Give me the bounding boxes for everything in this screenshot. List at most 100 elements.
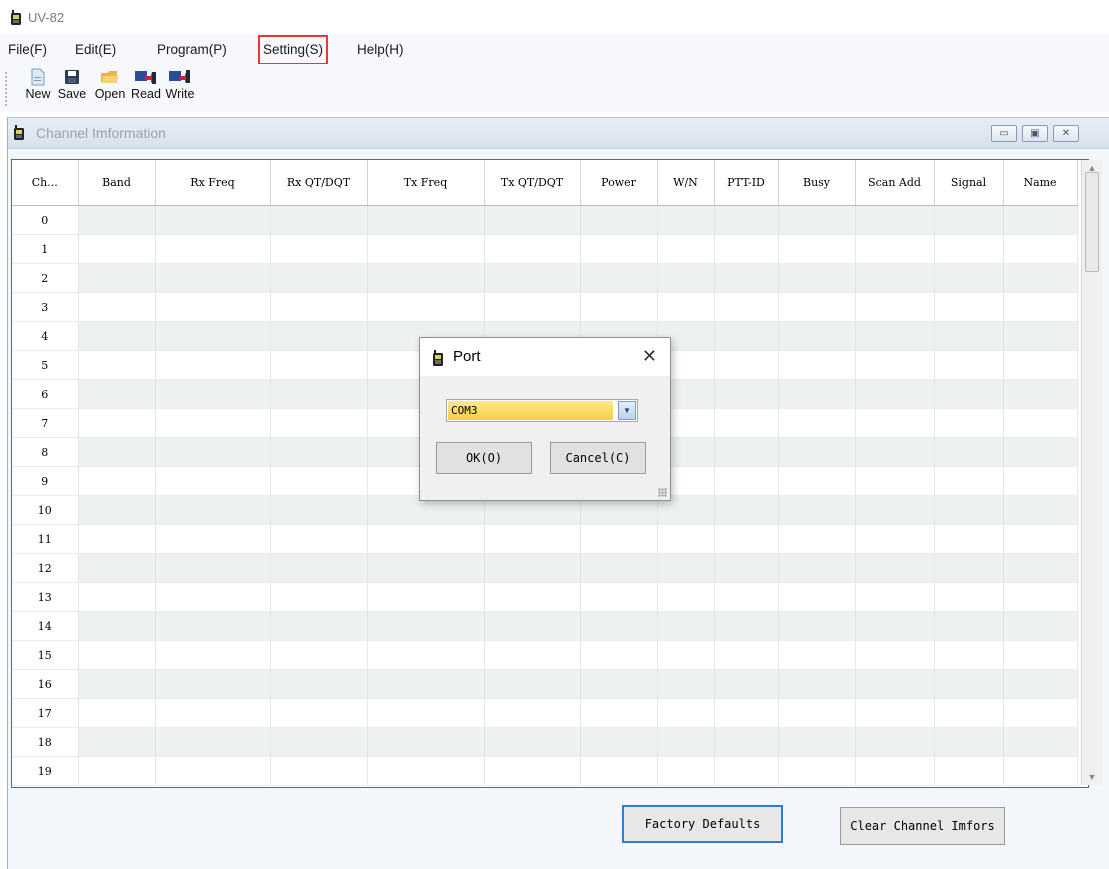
channel-number-cell[interactable]: 1: [12, 234, 79, 264]
grid-cell[interactable]: [580, 640, 658, 670]
channel-number-cell[interactable]: 0: [12, 205, 79, 235]
grid-cell[interactable]: [270, 553, 368, 583]
grid-cell[interactable]: [934, 205, 1004, 235]
channel-number-cell[interactable]: 12: [12, 553, 79, 583]
table-row[interactable]: 16: [12, 669, 1078, 699]
grid-cell[interactable]: [855, 640, 935, 670]
grid-cell[interactable]: [934, 698, 1004, 728]
grid-cell[interactable]: [778, 727, 856, 757]
grid-cell[interactable]: [778, 582, 856, 612]
grid-cell[interactable]: [270, 234, 368, 264]
grid-cell[interactable]: [778, 698, 856, 728]
close-icon[interactable]: ✕: [642, 346, 657, 367]
port-dialog-titlebar[interactable]: Port ✕: [420, 338, 670, 376]
grid-cell[interactable]: [270, 582, 368, 612]
channel-number-cell[interactable]: 6: [12, 379, 79, 409]
menu-edit[interactable]: Edit(E): [75, 40, 116, 60]
grid-cell[interactable]: [657, 582, 715, 612]
save-button[interactable]: Save: [52, 68, 92, 110]
grid-cell[interactable]: [855, 669, 935, 699]
grid-cell[interactable]: [270, 466, 368, 496]
grid-cell[interactable]: [714, 466, 779, 496]
grid-cell[interactable]: [934, 408, 1004, 438]
factory-defaults-button[interactable]: Factory Defaults: [622, 805, 783, 843]
grid-cell[interactable]: [78, 408, 156, 438]
channel-number-cell[interactable]: 4: [12, 321, 79, 351]
column-header[interactable]: Rx QT/DQT: [270, 160, 368, 206]
grid-cell[interactable]: [934, 263, 1004, 293]
grid-cell[interactable]: [78, 292, 156, 322]
column-header[interactable]: W/N: [657, 160, 715, 206]
grid-cell[interactable]: [78, 350, 156, 380]
column-header[interactable]: PTT-ID: [714, 160, 779, 206]
grid-cell[interactable]: [657, 669, 715, 699]
grid-cell[interactable]: [367, 234, 485, 264]
grid-cell[interactable]: [155, 234, 271, 264]
grid-cell[interactable]: [155, 437, 271, 467]
grid-cell[interactable]: [657, 611, 715, 641]
grid-cell[interactable]: [78, 756, 156, 786]
channel-number-cell[interactable]: 14: [12, 611, 79, 641]
grid-cell[interactable]: [580, 524, 658, 554]
write-button[interactable]: Write: [160, 68, 200, 110]
grid-cell[interactable]: [367, 524, 485, 554]
channel-number-cell[interactable]: 16: [12, 669, 79, 699]
menu-file[interactable]: File(F): [8, 40, 47, 60]
grid-cell[interactable]: [855, 611, 935, 641]
grid-cell[interactable]: [934, 553, 1004, 583]
grid-cell[interactable]: [270, 669, 368, 699]
grid-cell[interactable]: [580, 611, 658, 641]
port-select[interactable]: COM3 ▼: [446, 399, 638, 422]
grid-cell[interactable]: [580, 263, 658, 293]
cancel-button[interactable]: Cancel(C): [550, 442, 646, 474]
grid-cell[interactable]: [778, 756, 856, 786]
grid-cell[interactable]: [657, 205, 715, 235]
clear-channel-button[interactable]: Clear Channel Imfors: [840, 807, 1005, 845]
grid-cell[interactable]: [1003, 524, 1078, 554]
grid-cell[interactable]: [78, 669, 156, 699]
grid-cell[interactable]: [657, 727, 715, 757]
menu-help[interactable]: Help(H): [357, 40, 404, 60]
grid-cell[interactable]: [270, 640, 368, 670]
table-row[interactable]: 18: [12, 727, 1078, 757]
grid-cell[interactable]: [78, 437, 156, 467]
grid-cell[interactable]: [270, 205, 368, 235]
grid-cell[interactable]: [714, 582, 779, 612]
grid-cell[interactable]: [657, 640, 715, 670]
grid-cell[interactable]: [778, 524, 856, 554]
close-child-button[interactable]: ✕: [1053, 125, 1079, 142]
grid-cell[interactable]: [934, 292, 1004, 322]
grid-cell[interactable]: [855, 524, 935, 554]
grid-cell[interactable]: [657, 524, 715, 554]
grid-cell[interactable]: [714, 263, 779, 293]
column-header[interactable]: Band: [78, 160, 156, 206]
grid-cell[interactable]: [78, 321, 156, 351]
grid-cell[interactable]: [934, 524, 1004, 554]
table-row[interactable]: 19: [12, 756, 1078, 786]
grid-cell[interactable]: [855, 321, 935, 351]
grid-cell[interactable]: [270, 495, 368, 525]
grid-cell[interactable]: [934, 640, 1004, 670]
grid-cell[interactable]: [484, 234, 581, 264]
grid-cell[interactable]: [484, 698, 581, 728]
grid-cell[interactable]: [1003, 234, 1078, 264]
grid-cell[interactable]: [714, 611, 779, 641]
grid-cell[interactable]: [778, 408, 856, 438]
grid-cell[interactable]: [1003, 582, 1078, 612]
table-row[interactable]: 15: [12, 640, 1078, 670]
grid-cell[interactable]: [657, 756, 715, 786]
grid-cell[interactable]: [714, 205, 779, 235]
grid-cell[interactable]: [155, 205, 271, 235]
channel-number-cell[interactable]: 17: [12, 698, 79, 728]
grid-cell[interactable]: [855, 292, 935, 322]
grid-cell[interactable]: [934, 756, 1004, 786]
grid-cell[interactable]: [580, 727, 658, 757]
grid-cell[interactable]: [657, 553, 715, 583]
grid-cell[interactable]: [155, 582, 271, 612]
grid-cell[interactable]: [778, 379, 856, 409]
grid-cell[interactable]: [367, 756, 485, 786]
grid-cell[interactable]: [855, 553, 935, 583]
grid-cell[interactable]: [78, 379, 156, 409]
grid-cell[interactable]: [855, 756, 935, 786]
channel-number-cell[interactable]: 19: [12, 756, 79, 786]
